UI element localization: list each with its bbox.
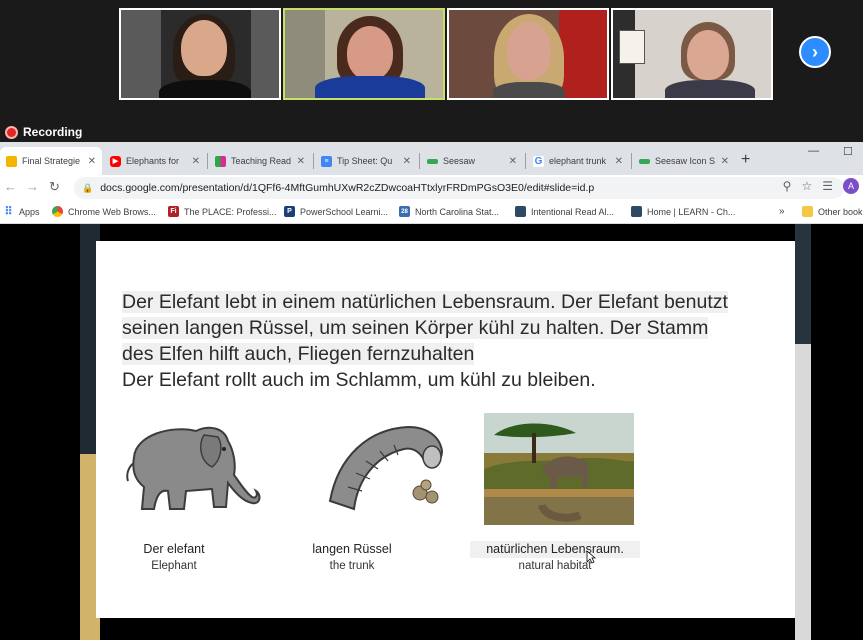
slide-line-2: seinen langen Rüssel, um seinen Körper k…: [122, 317, 709, 339]
more-bookmarks-icon[interactable]: »: [779, 206, 785, 217]
slide-line-1: Der Elefant lebt in einem natürlichen Le…: [122, 291, 728, 313]
toolbar-icons: ⚲ ☆ ☰ A: [783, 178, 859, 194]
tab-seesaw-icon[interactable]: Seesaw Icon S ✕: [633, 147, 735, 175]
participant-2-video[interactable]: [283, 8, 445, 100]
bookmark-the-place[interactable]: Fi The PLACE: Professi...: [168, 206, 277, 217]
calendar-icon: 28: [399, 206, 410, 217]
recording-indicator: Recording: [5, 124, 82, 140]
slide-line-3: des Elfen hilft auch, Fliegen fernzuhalt…: [122, 343, 475, 365]
elephant-illustration: [126, 426, 261, 510]
slide-line-4: Der Elefant rollt auch im Schlamm, um kü…: [122, 369, 596, 391]
back-button[interactable]: ←: [4, 179, 17, 194]
close-icon[interactable]: ✕: [192, 156, 200, 167]
tab-tip-sheet[interactable]: ≡ Tip Sheet: Qu ✕: [315, 147, 417, 175]
slides-icon: [6, 155, 17, 167]
powerschool-icon: P: [284, 206, 295, 217]
caption-elephant: Der elefant Elephant: [124, 541, 224, 575]
caption-habitat: natürlichen Lebensraum. natural habitat: [470, 541, 640, 575]
next-participants-button[interactable]: ›: [799, 36, 831, 68]
star-icon[interactable]: ☆: [801, 179, 812, 193]
caption-trunk-en: the trunk: [329, 560, 375, 572]
tab-elephants-for[interactable]: ▶ Elephants for ✕: [104, 147, 206, 175]
profile-avatar[interactable]: A: [843, 178, 859, 194]
slide-decoration-right-light: [795, 344, 811, 640]
site-icon: [631, 206, 642, 217]
bookmark-chrome-web-store[interactable]: Chrome Web Brows...: [52, 206, 156, 217]
caption-habitat-en: natural habitat: [518, 560, 592, 572]
tpt-icon: [215, 155, 226, 167]
participant-3-video[interactable]: [447, 8, 609, 100]
trunk-illustration: [328, 425, 444, 511]
minimize-button[interactable]: —: [808, 145, 819, 157]
caption-elephant-de: Der elefant: [143, 542, 205, 556]
reading-list-icon[interactable]: ☰: [822, 179, 833, 193]
caption-trunk: langen Rüssel the trunk: [292, 541, 412, 575]
tab-teaching-read[interactable]: Teaching Read ✕: [209, 147, 311, 175]
bookmark-north-carolina[interactable]: 28 North Carolina Stat...: [399, 206, 499, 217]
slide-body-text[interactable]: Der Elefant lebt in einem natürlichen Le…: [122, 289, 792, 393]
youtube-icon: ▶: [110, 155, 121, 167]
url-text: docs.google.com/presentation/d/1QFf6-4Mf…: [100, 182, 595, 194]
search-icon[interactable]: ⚲: [783, 179, 792, 193]
recording-label: Recording: [23, 125, 83, 139]
habitat-photo: [484, 413, 634, 525]
seesaw-icon: [639, 158, 650, 164]
close-icon[interactable]: ✕: [88, 156, 96, 167]
caption-trunk-de: langen Rüssel: [312, 542, 392, 556]
bookmarks-bar: ⠿ Apps Chrome Web Brows... Fi The PLACE:…: [0, 202, 863, 224]
slide-canvas[interactable]: Der Elefant lebt in einem natürlichen Le…: [96, 241, 795, 618]
apps-grid-icon: ⠿: [4, 206, 13, 218]
presentation-area: Der Elefant lebt in einem natürlichen Le…: [0, 224, 863, 640]
forward-button[interactable]: →: [26, 179, 39, 194]
browser-window: Final Strategie ✕ ▶ Elephants for ✕ Teac…: [0, 142, 863, 224]
fi-icon: Fi: [168, 206, 179, 217]
seesaw-icon: [427, 158, 438, 164]
new-tab-button[interactable]: +: [741, 151, 750, 169]
bookmark-other[interactable]: Other book: [802, 206, 863, 217]
close-icon[interactable]: ✕: [403, 156, 411, 167]
bookmark-powerschool[interactable]: P PowerSchool Learni...: [284, 206, 388, 217]
reload-button[interactable]: ↻: [49, 179, 60, 195]
video-strip: ›: [0, 0, 863, 112]
caption-habitat-de: natürlichen Lebensraum.: [470, 541, 640, 558]
docs-icon: ≡: [321, 155, 332, 167]
lock-icon: 🔒: [82, 182, 94, 193]
folder-icon: [802, 206, 813, 217]
chevron-right-icon: ›: [812, 41, 818, 62]
close-icon[interactable]: ✕: [721, 156, 729, 167]
tab-bar: Final Strategie ✕ ▶ Elephants for ✕ Teac…: [0, 142, 863, 175]
tab-seesaw[interactable]: Seesaw ✕: [421, 147, 523, 175]
address-bar[interactable]: 🔒 docs.google.com/presentation/d/1QFf6-4…: [74, 177, 844, 199]
bookmark-home-learn[interactable]: Home | LEARN - Ch...: [631, 206, 735, 217]
caption-elephant-en: Elephant: [151, 560, 197, 572]
address-toolbar: ← → ↻ 🔒 docs.google.com/presentation/d/1…: [0, 175, 863, 202]
chrome-icon: [52, 206, 63, 217]
bookmark-intentional-read[interactable]: Intentional Read Al...: [515, 206, 614, 217]
tab-elephant-trunk[interactable]: G elephant trunk ✕: [527, 147, 629, 175]
mouse-cursor-icon: [586, 550, 596, 564]
close-icon[interactable]: ✕: [297, 156, 305, 167]
participant-4-video[interactable]: [611, 8, 773, 100]
participant-1-video[interactable]: [119, 8, 281, 100]
close-icon[interactable]: ✕: [509, 156, 517, 167]
bookmark-apps[interactable]: ⠿ Apps: [3, 206, 39, 218]
record-dot-icon: [5, 125, 18, 139]
site-icon: [515, 206, 526, 217]
google-icon: G: [533, 155, 544, 167]
tab-final-strategies[interactable]: Final Strategie ✕: [0, 147, 102, 175]
close-icon[interactable]: ✕: [615, 156, 623, 167]
maximize-button[interactable]: ☐: [843, 145, 853, 158]
